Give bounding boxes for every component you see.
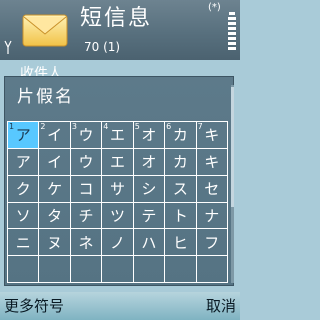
character-cell[interactable]: ク (8, 175, 40, 203)
character-glyph: エ (109, 126, 125, 145)
character-grid: 1ア2イ3ウ4エ5オ6カ7キアイウエオカキクケコサシスセソタチツテトナニヌネノハ… (7, 121, 228, 283)
shortcut-key-number: 5 (134, 122, 140, 131)
character-cell[interactable]: 6カ (165, 122, 197, 149)
character-glyph: ヌ (47, 233, 63, 252)
character-cell[interactable]: ナ (196, 202, 228, 230)
shortcut-key-number: 3 (71, 122, 77, 131)
character-cell[interactable]: ノ (102, 229, 134, 257)
cancel-softkey[interactable]: 取消 (206, 296, 236, 316)
character-glyph: ス (172, 180, 188, 199)
character-cell[interactable] (39, 256, 71, 283)
character-glyph: カ (172, 153, 188, 172)
dialog-title: 片假名 (17, 87, 74, 107)
character-glyph: キ (204, 126, 220, 145)
character-glyph: ウ (78, 126, 94, 145)
character-cell[interactable]: キ (196, 148, 228, 176)
character-cell[interactable] (196, 256, 228, 283)
character-glyph: エ (109, 153, 125, 172)
character-glyph: ナ (204, 206, 220, 225)
app-title: 短信息 (80, 6, 153, 31)
character-glyph: イ (47, 153, 63, 172)
character-glyph: オ (141, 126, 157, 145)
more-symbols-softkey[interactable]: 更多符号 (4, 296, 64, 316)
signal-antenna-icon (4, 40, 12, 54)
character-cell[interactable]: ケ (39, 175, 71, 203)
character-glyph: カ (172, 126, 188, 145)
character-glyph: タ (47, 206, 63, 225)
character-cell[interactable]: テ (133, 202, 166, 230)
character-glyph: オ (141, 153, 157, 172)
scrollbar-thumb[interactable] (231, 87, 234, 207)
character-glyph: サ (109, 180, 125, 199)
character-glyph: ニ (15, 233, 31, 252)
character-counter: 70 (1) (84, 40, 121, 54)
character-cell[interactable]: ニ (8, 229, 40, 257)
character-cell[interactable] (102, 256, 134, 283)
character-cell[interactable]: ヌ (39, 229, 71, 257)
character-glyph: ソ (15, 206, 31, 225)
character-glyph: ツ (109, 206, 125, 225)
character-glyph: ヒ (172, 233, 188, 252)
character-glyph: セ (204, 180, 220, 199)
character-cell[interactable]: イ (39, 148, 71, 176)
character-glyph: ノ (109, 233, 125, 252)
character-cell[interactable]: 5オ (133, 122, 166, 149)
character-glyph: テ (141, 206, 157, 225)
character-cell[interactable]: 3ウ (70, 122, 103, 149)
character-cell[interactable]: 7キ (196, 122, 228, 149)
character-cell[interactable]: フ (196, 229, 228, 257)
character-glyph: ウ (78, 153, 94, 172)
character-glyph: チ (78, 206, 94, 225)
character-glyph: キ (204, 153, 220, 172)
character-cell[interactable] (133, 256, 166, 283)
character-cell[interactable]: オ (133, 148, 166, 176)
character-glyph: イ (47, 126, 63, 145)
character-cell[interactable]: ネ (70, 229, 103, 257)
character-cell[interactable]: ハ (133, 229, 166, 257)
character-glyph: ハ (141, 233, 157, 252)
character-cell[interactable]: ソ (8, 202, 40, 230)
character-cell[interactable]: シ (133, 175, 166, 203)
character-cell[interactable]: ア (8, 148, 40, 176)
softkey-bar: 更多符号 取消 (0, 292, 240, 320)
character-cell[interactable]: チ (70, 202, 103, 230)
envelope-icon (22, 14, 68, 47)
character-glyph: コ (78, 180, 94, 199)
shortcut-key-number: 7 (197, 122, 203, 131)
character-cell[interactable]: ヒ (165, 229, 197, 257)
bluetooth-indicator: (*) (208, 2, 221, 13)
character-glyph: シ (141, 180, 157, 199)
character-cell[interactable]: ス (165, 175, 197, 203)
katakana-picker-dialog: 片假名 1ア2イ3ウ4エ5オ6カ7キアイウエオカキクケコサシスセソタチツテトナニ… (4, 76, 234, 286)
character-cell[interactable]: 1ア (8, 122, 40, 149)
battery-level-icon (228, 12, 236, 58)
character-cell[interactable] (70, 256, 103, 283)
character-cell[interactable]: カ (165, 148, 197, 176)
character-cell[interactable] (165, 256, 197, 283)
shortcut-key-number: 1 (9, 122, 15, 131)
character-cell[interactable] (8, 256, 40, 283)
character-glyph: ト (172, 206, 188, 225)
shortcut-key-number: 6 (166, 122, 172, 131)
character-cell[interactable]: サ (102, 175, 134, 203)
character-glyph: ア (15, 153, 31, 172)
character-glyph: フ (204, 233, 220, 252)
shortcut-key-number: 4 (103, 122, 109, 131)
character-glyph: ア (15, 126, 31, 145)
character-cell[interactable]: コ (70, 175, 103, 203)
status-title-area: 短信息 70 (1) (*) (0, 0, 240, 60)
character-glyph: ケ (47, 180, 63, 199)
character-cell[interactable]: エ (102, 148, 134, 176)
character-cell[interactable]: ツ (102, 202, 134, 230)
character-cell[interactable]: ウ (70, 148, 103, 176)
character-cell[interactable]: 4エ (102, 122, 134, 149)
shortcut-key-number: 2 (40, 122, 46, 131)
character-cell[interactable]: 2イ (39, 122, 71, 149)
character-glyph: ク (15, 180, 31, 199)
character-cell[interactable]: セ (196, 175, 228, 203)
character-cell[interactable]: ト (165, 202, 197, 230)
character-cell[interactable]: タ (39, 202, 71, 230)
character-glyph: ネ (78, 233, 94, 252)
